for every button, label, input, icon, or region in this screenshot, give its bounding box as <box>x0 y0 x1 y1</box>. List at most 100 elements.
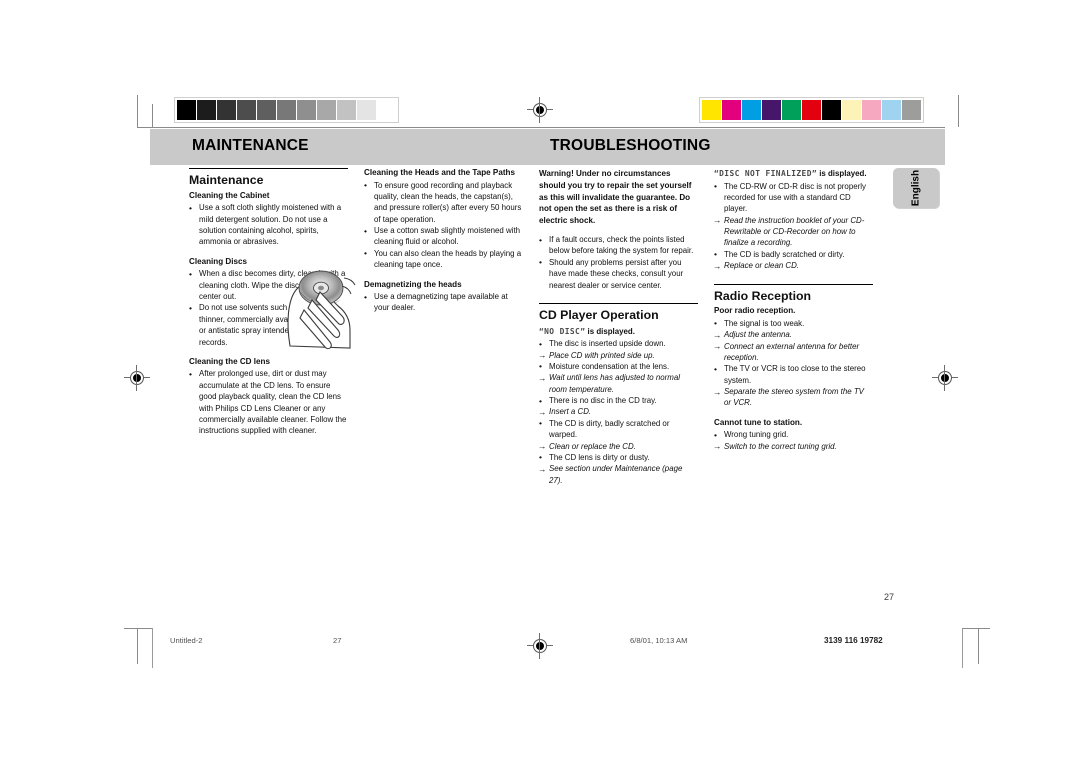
lcd-message-text: “NO DISC” <box>539 326 586 336</box>
grayscale-swatch <box>357 100 376 120</box>
symptom-item: Use a soft cloth slightly moistened with… <box>189 202 348 248</box>
grayscale-swatch <box>217 100 236 120</box>
grayscale-swatch <box>277 100 296 120</box>
grayscale-swatch <box>197 100 216 120</box>
footer-rule-right <box>962 628 963 668</box>
cd-cleaning-illustration <box>280 260 360 352</box>
remedy-item: Adjust the antenna. <box>713 329 873 342</box>
color-swatch <box>862 100 881 120</box>
symptom-item: There is no disc in the CD tray. <box>539 395 698 408</box>
page-number: 27 <box>884 592 895 602</box>
crop-mark-left-vertical <box>137 95 138 127</box>
section-title-radio-reception: Radio Reception <box>714 283 873 304</box>
symptom-item: Should any problems persist after you ha… <box>539 256 698 291</box>
color-swatch <box>782 100 801 120</box>
color-swatch <box>882 100 901 120</box>
document-page: MAINTENANCE TROUBLESHOOTING English Main… <box>0 0 1080 763</box>
symptom-item: You can also clean the heads by playing … <box>364 247 523 271</box>
symptom-item: The CD lens is dirty or dusty. <box>539 451 698 464</box>
registration-mark-right <box>932 365 958 391</box>
remedy-item: Connect an external antenna for better r… <box>713 340 873 364</box>
remedy-item: Replace or clean CD. <box>713 260 873 273</box>
footer-timestamp: 6/8/01, 10:13 AM <box>630 636 688 645</box>
color-swatch <box>722 100 741 120</box>
symptom-item: To ensure good recording and playback qu… <box>364 179 523 226</box>
remedy-item: Wait until lens has adjusted to normal r… <box>538 372 698 395</box>
subsection-heading: Cleaning the Cabinet <box>189 190 270 200</box>
footer-document-code: 3139 116 19782 <box>824 636 883 645</box>
symptom-item: Wrong tuning grid. <box>714 429 873 442</box>
color-swatch <box>902 100 921 120</box>
registration-mark-left <box>124 365 150 391</box>
color-swatch <box>702 100 721 120</box>
symptom-item: Use a cotton swab slightly moistened wit… <box>364 225 523 248</box>
column-troubleshooting: Warning! Under no circumstances should y… <box>538 168 714 568</box>
crop-mark-left-vertical-2 <box>152 104 153 128</box>
subsection-heading: Poor radio reception. <box>714 306 796 316</box>
footer-crop-right-vert <box>978 628 979 664</box>
remedy-item: Read the instruction booklet of your CD-… <box>713 214 873 249</box>
item-list: The signal is too weak.Adjust the antenn… <box>713 317 873 409</box>
registration-dot <box>534 640 546 652</box>
radio-reception-blocks: Poor radio reception.The signal is too w… <box>713 306 873 453</box>
footer-crop-left-vert <box>137 628 138 664</box>
cd-player-blocks: “NO DISC” is displayed.The disc is inser… <box>538 326 698 486</box>
symptom-item: The CD-RW or CD-R disc is not properly r… <box>714 180 873 215</box>
column-maintenance: Maintenance Cleaning the Cabinet Use a so… <box>189 168 364 568</box>
language-side-tab: English <box>893 168 939 208</box>
color-swatch <box>742 100 761 120</box>
footer-crop-top-right <box>962 628 990 629</box>
registration-dot <box>939 372 951 384</box>
language-side-tab-label: English <box>910 169 922 207</box>
remedy-item: Clean or replace the CD. <box>538 440 698 453</box>
grayscale-swatch <box>297 100 316 120</box>
registration-mark-top <box>527 97 553 123</box>
grayscale-swatch <box>317 100 336 120</box>
page-title-maintenance: MAINTENANCE <box>192 137 309 154</box>
section-header-band: MAINTENANCE TROUBLESHOOTING <box>150 129 945 165</box>
footer-rule-left <box>152 628 153 668</box>
symptom-item: The CD is dirty, badly scratched or warp… <box>539 417 698 441</box>
page-title-troubleshooting: TROUBLESHOOTING <box>550 137 711 154</box>
item-list: The CD-RW or CD-R disc is not properly r… <box>713 180 873 273</box>
footer-file-name: Untitled-2 <box>170 636 203 645</box>
color-swatch <box>762 100 781 120</box>
subsection-heading: Cannot tune to station. <box>714 417 803 427</box>
display-message-heading: “NO DISC” is displayed. <box>539 326 698 338</box>
subsection-heading: Cleaning the Heads and the Tape Paths <box>364 168 515 177</box>
grayscale-swatch <box>377 100 396 120</box>
crop-mark-top-rule <box>137 127 945 128</box>
symptom-item: If a fault occurs, check the points list… <box>539 234 698 257</box>
remedy-item: Insert a CD. <box>538 406 698 419</box>
display-message-suffix: is displayed. <box>817 169 867 178</box>
color-swatch <box>842 100 861 120</box>
column-heads-and-tape: Cleaning the Heads and the Tape Paths To … <box>364 168 539 568</box>
grayscale-swatch <box>337 100 356 120</box>
color-swatch <box>802 100 821 120</box>
item-list: After prolonged use, dirt or dust may ac… <box>189 368 348 436</box>
display-message-heading: “DISC NOT FINALIZED” is displayed. <box>714 168 873 180</box>
subsection-heading: Cleaning the CD lens <box>189 356 270 366</box>
remedy-item: Place CD with printed side up. <box>538 349 698 362</box>
section-title-maintenance: Maintenance <box>189 168 348 188</box>
symptom-item: The TV or VCR is too close to the stereo… <box>714 363 873 386</box>
symptom-item: The signal is too weak. <box>714 317 873 330</box>
item-list: Use a soft cloth slightly moistened with… <box>189 202 348 248</box>
color-calibration-strip <box>699 97 924 123</box>
symptom-item: After prolonged use, dirt or dust may ac… <box>189 368 348 436</box>
symptom-item: The disc is inserted upside down. <box>539 338 698 351</box>
disc-not-finalized-blocks: “DISC NOT FINALIZED” is displayed.The CD… <box>713 168 873 273</box>
item-list: To ensure good recording and playback qu… <box>364 179 523 271</box>
color-swatch <box>822 100 841 120</box>
item-list: The disc is inserted upside down.Place C… <box>538 338 698 486</box>
warning-item-list: If a fault occurs, check the points list… <box>539 234 698 291</box>
footer-crop-top-left <box>124 628 152 629</box>
remedy-item: Switch to the correct tuning grid. <box>713 440 873 453</box>
lcd-message-text: “DISC NOT FINALIZED” <box>714 169 818 178</box>
symptom-item: Moisture condensation at the lens. <box>539 360 698 373</box>
footer-page-label: 27 <box>333 636 342 645</box>
registration-dot <box>534 104 546 116</box>
symptom-item: The CD is badly scratched or dirty. <box>714 248 873 261</box>
grayscale-swatch <box>257 100 276 120</box>
subsection-heading: Demagnetizing the heads <box>364 279 462 289</box>
